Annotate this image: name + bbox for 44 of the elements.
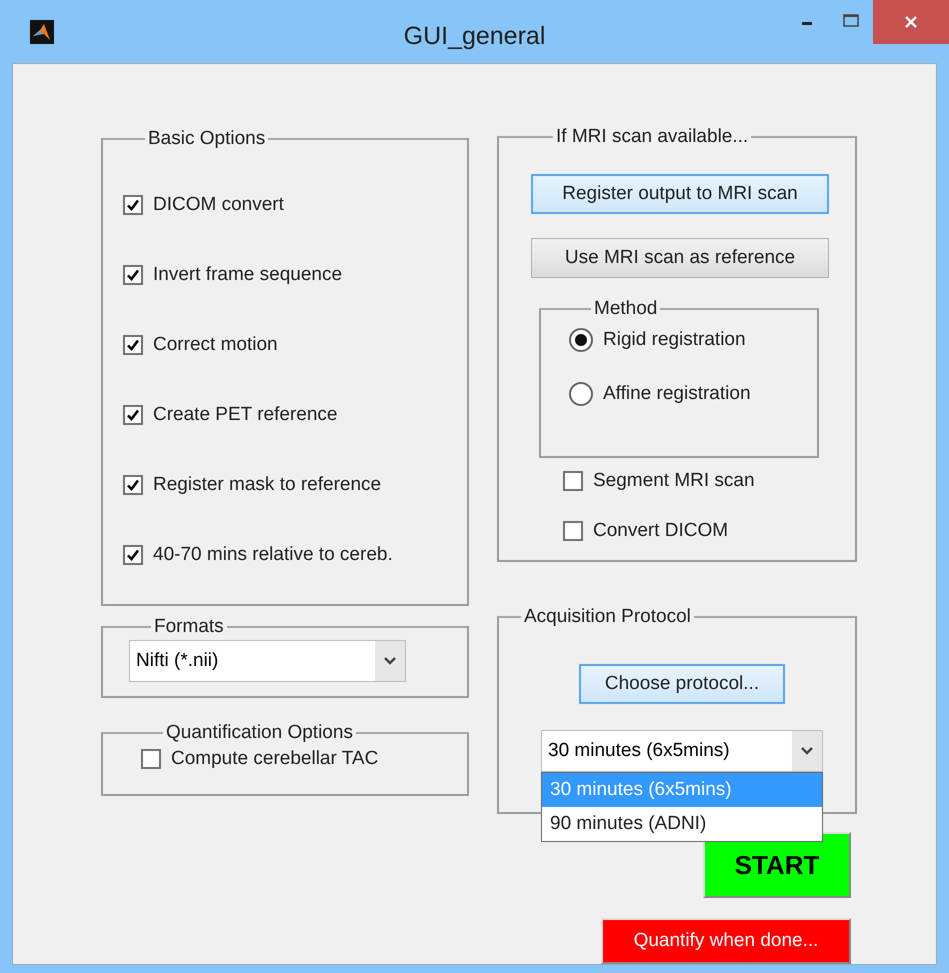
radio-button[interactable]	[569, 328, 593, 352]
radio-button[interactable]	[569, 382, 593, 406]
checkbox-label: Convert DICOM	[593, 520, 728, 542]
checkbox[interactable]	[123, 195, 143, 215]
radio-label: Affine registration	[603, 383, 751, 405]
window-title: GUI_general	[404, 22, 546, 51]
checkbox-label: DICOM convert	[153, 194, 284, 216]
checkbox-label: Create PET reference	[153, 404, 338, 426]
group-title: Formats	[153, 616, 225, 638]
checkbox-label: 40-70 mins relative to cereb.	[153, 544, 393, 566]
check-icon	[125, 477, 141, 493]
checkbox[interactable]	[123, 265, 143, 285]
app-icon	[30, 20, 54, 44]
radio-label: Rigid registration	[603, 329, 746, 351]
check-icon	[125, 267, 141, 283]
caret-icon[interactable]	[375, 641, 405, 681]
checkbox[interactable]	[563, 471, 583, 491]
action-button[interactable]: Register output to MRI scan	[531, 174, 829, 214]
checkbox[interactable]	[123, 335, 143, 355]
group-title: Quantification Options	[165, 722, 354, 744]
checkbox-label: Invert frame sequence	[153, 264, 342, 286]
checkbox[interactable]	[563, 521, 583, 541]
check-icon	[125, 197, 141, 213]
checkbox-label: Compute cerebellar TAC	[171, 748, 378, 770]
checkbox[interactable]	[123, 405, 143, 425]
checkbox[interactable]	[123, 475, 143, 495]
group-title: Acquisition Protocol	[523, 606, 692, 628]
checkbox[interactable]	[141, 749, 161, 769]
choose-protocol-button[interactable]: Choose protocol...	[579, 664, 785, 704]
caret-icon[interactable]	[792, 731, 822, 771]
action-button[interactable]: Use MRI scan as reference	[531, 238, 829, 278]
check-icon	[125, 547, 141, 563]
group-title: Basic Options	[147, 128, 266, 150]
checkbox-label: Register mask to reference	[153, 474, 382, 496]
check-icon	[125, 337, 141, 353]
format-dropdown[interactable]: Nifti (*.nii)	[129, 640, 406, 682]
checkbox-label: Correct motion	[153, 334, 278, 356]
group-title: Method	[593, 298, 658, 320]
check-icon	[125, 407, 141, 423]
group-title: If MRI scan available...	[555, 126, 750, 148]
checkbox[interactable]	[123, 545, 143, 565]
protocol-dropdown[interactable]: 30 minutes (6x5mins)	[541, 730, 823, 772]
quantify-button[interactable]: Quantify when done...	[601, 918, 851, 964]
checkbox-label: Segment MRI scan	[593, 470, 755, 492]
